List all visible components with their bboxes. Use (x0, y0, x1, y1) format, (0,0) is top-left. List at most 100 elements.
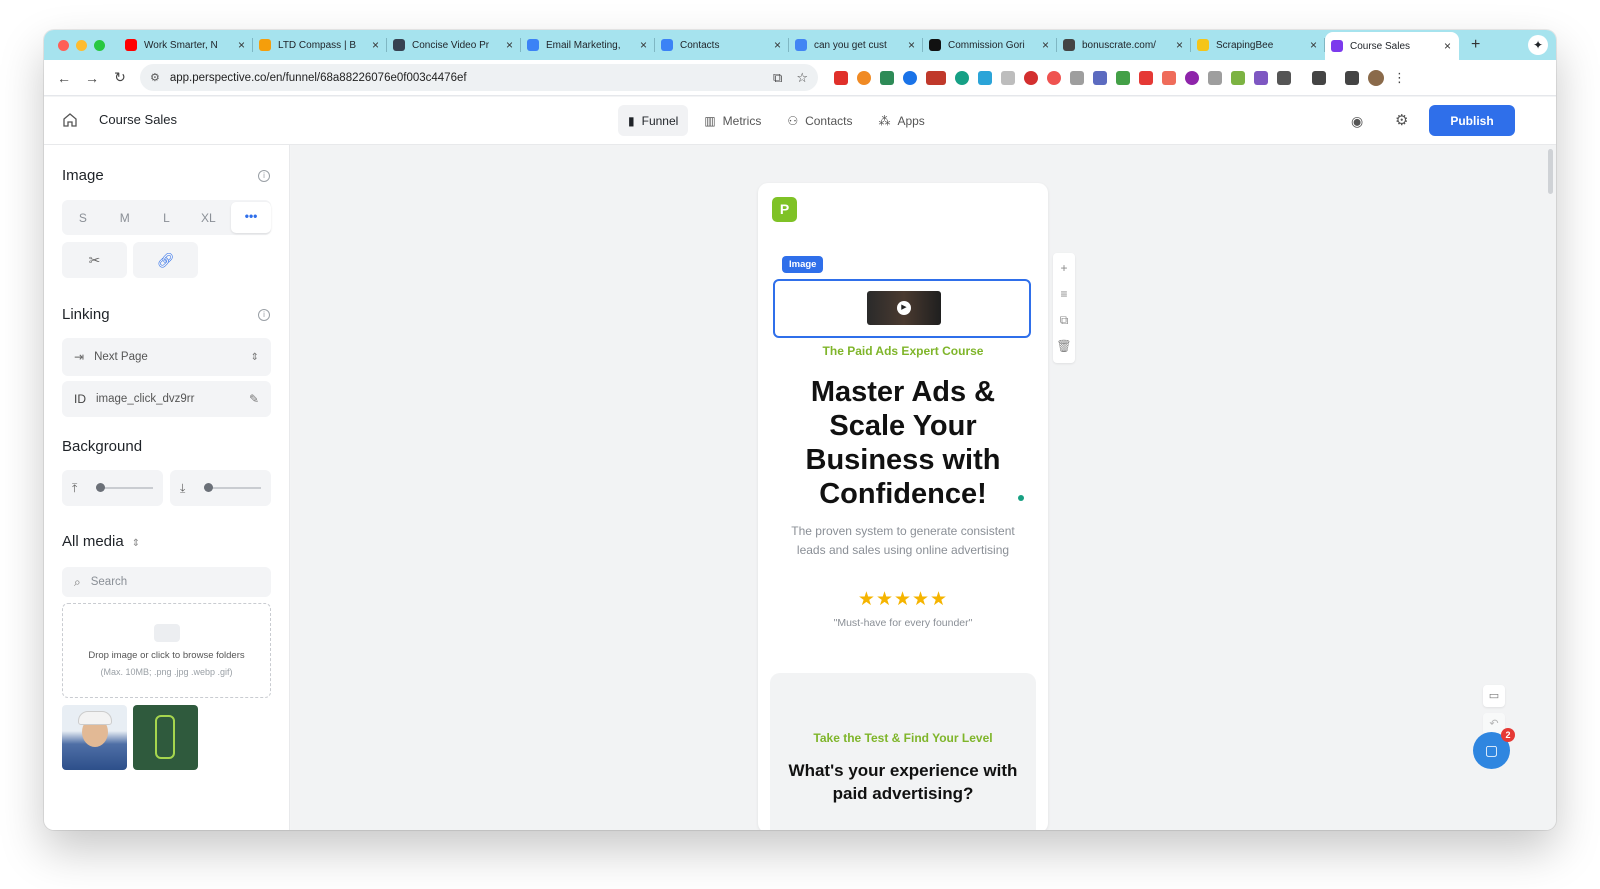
reload-icon[interactable]: ↻ (106, 69, 134, 86)
delete-trash-icon[interactable]: 🗑︎ (1056, 337, 1071, 355)
home-icon[interactable] (62, 112, 78, 128)
browser-menu-icon[interactable]: ⋮ (1393, 70, 1406, 86)
desktop-view-icon[interactable]: ▭ (1483, 685, 1505, 707)
extension-youtube-icon[interactable] (1139, 70, 1153, 85)
camera-icon[interactable] (1208, 70, 1222, 85)
url-bar[interactable]: ⚙ app.perspective.co/en/funnel/68a882260… (140, 64, 818, 91)
browser-tab[interactable]: Work Smarter, N × (119, 30, 253, 60)
install-app-icon[interactable]: ⧉ (773, 70, 782, 86)
extension-icon[interactable] (1231, 70, 1245, 85)
extension-icon[interactable] (903, 70, 917, 85)
bookmark-star-icon[interactable]: ☆ (796, 70, 808, 86)
back-icon[interactable]: ← (50, 70, 78, 86)
browser-tab[interactable]: Commission Gori × (923, 30, 1057, 60)
edit-icon[interactable]: ✎ (249, 392, 259, 406)
minimize-window-button[interactable] (76, 39, 87, 51)
image-block[interactable]: ▶ (773, 279, 1031, 338)
all-media-dropdown[interactable]: All media ⇕ (62, 533, 140, 550)
close-tab-icon[interactable]: × (1176, 38, 1183, 52)
background-bottom-slider[interactable]: ⤓ (170, 470, 271, 506)
extension-pen-icon[interactable] (834, 70, 848, 85)
drag-handle-icon[interactable]: ≡ (1060, 285, 1067, 303)
browser-tab[interactable]: Email Marketing, × (521, 30, 655, 60)
close-window-button[interactable] (58, 39, 69, 51)
media-controls-icon[interactable] (1345, 70, 1359, 85)
browser-tab[interactable]: Course Sales × (1325, 32, 1459, 60)
extension-icon[interactable] (1093, 70, 1107, 85)
testimonial-quote[interactable]: "Must-have for every founder" (758, 617, 1048, 629)
quiz-card[interactable]: Take the Test & Find Your Level What's y… (770, 673, 1036, 830)
crop-scissors-icon[interactable]: ✂ (62, 242, 127, 278)
play-icon[interactable]: ▶ (897, 301, 911, 315)
extension-icon[interactable] (880, 70, 894, 85)
video-thumbnail[interactable]: ▶ (867, 291, 941, 325)
size-l-option[interactable]: L (146, 211, 188, 225)
tab-funnel[interactable]: ▮ Funnel (618, 105, 689, 136)
size-m-option[interactable]: M (104, 211, 146, 225)
tab-metrics[interactable]: ▥ Metrics (694, 105, 771, 136)
tab-contacts[interactable]: ⚇ Contacts (777, 105, 862, 136)
browser-tab[interactable]: ScrapingBee × (1191, 30, 1325, 60)
tab-search-icon[interactable] (1312, 70, 1326, 85)
extension-icon[interactable] (857, 70, 871, 85)
new-tab-button[interactable]: + (1459, 36, 1492, 54)
extension-icon[interactable] (1047, 70, 1061, 85)
publish-button[interactable]: Publish (1429, 105, 1515, 136)
close-tab-icon[interactable]: × (1310, 38, 1317, 52)
site-info-icon[interactable]: ⚙ (150, 71, 160, 84)
element-id-field[interactable]: ID image_click_dvz9rr ✎ (62, 381, 271, 417)
extension-icon[interactable] (1116, 70, 1130, 85)
background-top-slider[interactable]: ⤒ (62, 470, 163, 506)
slider-handle[interactable] (204, 483, 213, 492)
gemini-icon[interactable]: ✦ (1528, 35, 1548, 55)
extension-icon[interactable] (955, 70, 969, 85)
extension-icon[interactable] (1001, 70, 1015, 85)
url-text[interactable]: app.perspective.co/en/funnel/68a88226076… (170, 72, 759, 84)
duplicate-icon[interactable]: ⧉ (1060, 311, 1069, 329)
maximize-window-button[interactable] (94, 39, 105, 51)
close-tab-icon[interactable]: × (774, 38, 781, 52)
link-target-select[interactable]: ⇥ Next Page ⇕ (62, 338, 271, 376)
linking-info-icon[interactable]: i (258, 309, 270, 321)
close-tab-icon[interactable]: × (372, 38, 379, 52)
browser-tab[interactable]: can you get cust × (789, 30, 923, 60)
size-more-option[interactable]: ••• (231, 202, 271, 233)
media-thumbnail-person[interactable] (62, 705, 127, 770)
extension-icon[interactable] (1024, 70, 1038, 85)
close-tab-icon[interactable]: × (908, 38, 915, 52)
media-search-input[interactable]: ⌕ Search (62, 567, 271, 597)
extension-icon[interactable] (1162, 70, 1176, 85)
canvas-scrollbar[interactable] (1548, 149, 1553, 194)
extension-icon[interactable] (1185, 70, 1199, 85)
close-tab-icon[interactable]: × (1444, 39, 1451, 53)
extension-desc-icon[interactable] (926, 70, 946, 85)
add-block-icon[interactable]: + (1060, 259, 1067, 277)
browser-tab[interactable]: Contacts × (655, 30, 789, 60)
size-s-option[interactable]: S (62, 211, 104, 225)
close-tab-icon[interactable]: × (1042, 38, 1049, 52)
extensions-puzzle-icon[interactable] (1277, 70, 1291, 85)
extension-icon[interactable] (978, 70, 992, 85)
extension-icon[interactable] (1070, 70, 1084, 85)
extension-icon[interactable] (1254, 70, 1268, 85)
slider-handle[interactable] (96, 483, 105, 492)
preview-eye-icon[interactable]: ◉ (1351, 113, 1363, 130)
hero-subtext[interactable]: The proven system to generate consistent… (778, 522, 1028, 560)
close-tab-icon[interactable]: × (238, 38, 245, 52)
tab-apps[interactable]: ⁂ Apps (868, 105, 934, 136)
forward-icon[interactable]: → (78, 70, 106, 86)
hero-headline[interactable]: Master Ads & Scale Your Business with Co… (778, 375, 1028, 511)
browser-tab[interactable]: Concise Video Pr × (387, 30, 521, 60)
support-chat-button[interactable]: ▢ 2 (1473, 728, 1515, 769)
close-tab-icon[interactable]: × (506, 38, 513, 52)
settings-gear-icon[interactable]: ⚙ (1395, 111, 1408, 129)
rating-stars[interactable]: ★★★★★ (758, 588, 1048, 611)
browser-tab[interactable]: LTD Compass | B × (253, 30, 387, 60)
image-dropzone[interactable]: Drop image or click to browse folders (M… (62, 603, 271, 698)
link-icon[interactable]: 🔗︎ (133, 242, 198, 278)
image-info-icon[interactable]: i (258, 170, 270, 182)
media-thumbnail-plug[interactable] (133, 705, 198, 770)
close-tab-icon[interactable]: × (640, 38, 647, 52)
browser-tab[interactable]: bonuscrate.com/ × (1057, 30, 1191, 60)
course-kicker[interactable]: The Paid Ads Expert Course (758, 344, 1048, 358)
